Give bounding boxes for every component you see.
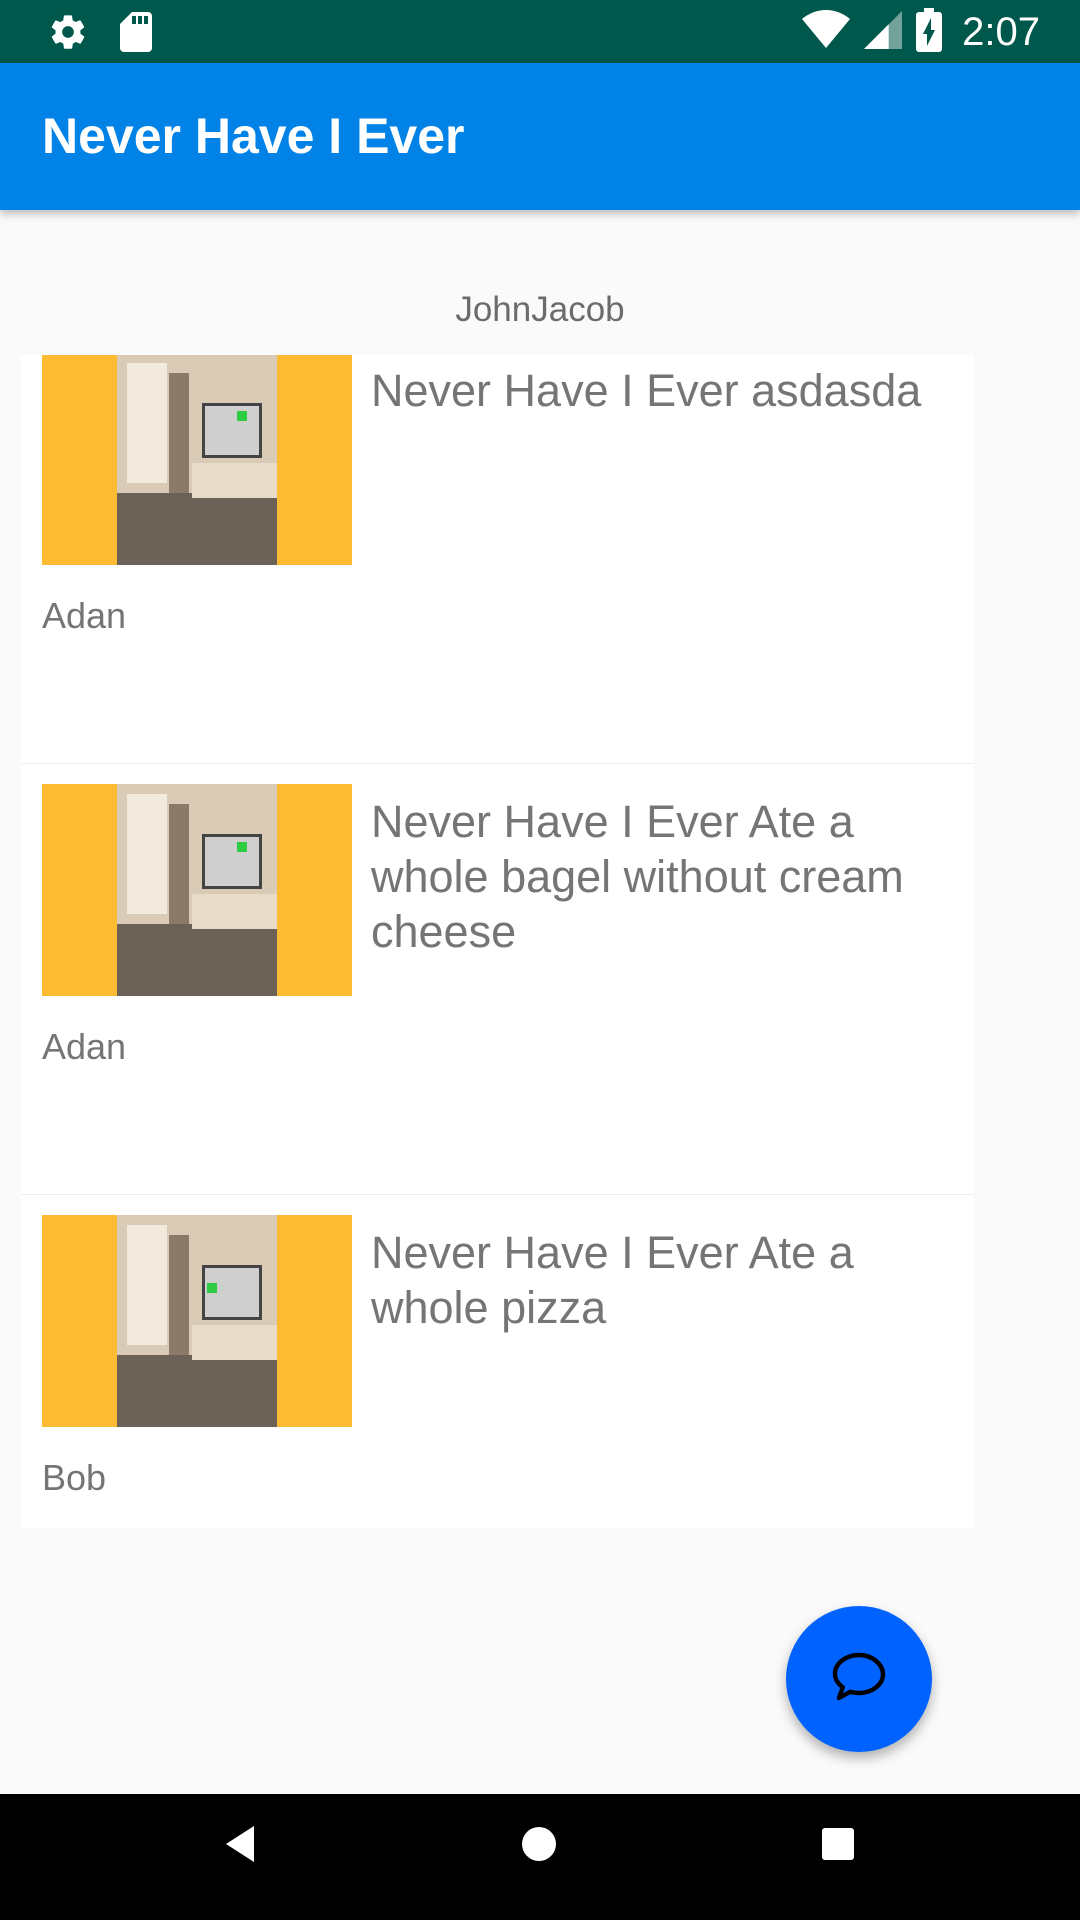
new-post-button[interactable]: [786, 1606, 932, 1752]
post-author: Adan: [42, 595, 127, 636]
post-author: Adan: [42, 1026, 127, 1067]
post-card[interactable]: Never Have I Ever Ate a whole pizza Bob: [21, 1194, 974, 1528]
app-title: Never Have I Ever: [42, 108, 465, 164]
post-card[interactable]: Never Have I Ever Ate a whole bagel with…: [21, 763, 974, 1194]
post-text: Never Have I Ever Ate a whole pizza: [371, 1227, 854, 1333]
chat-bubble-icon: [831, 1651, 887, 1708]
post-card[interactable]: Never Have I Ever asdasda Adan: [21, 355, 974, 763]
home-icon[interactable]: [520, 1824, 558, 1869]
signal-icon: [864, 10, 903, 55]
username-label: JohnJacob: [455, 290, 625, 329]
status-bar: 2:07: [0, 0, 1080, 63]
post-image: [42, 1215, 352, 1427]
post-image: [42, 784, 352, 996]
gear-icon: [48, 12, 88, 57]
post-text: Never Have I Ever Ate a whole bagel with…: [371, 796, 904, 957]
post-text: Never Have I Ever asdasda: [371, 365, 922, 416]
battery-charging-icon: [916, 8, 943, 57]
navigation-bar: [0, 1794, 1080, 1920]
clock: 2:07: [962, 10, 1040, 54]
posts-list[interactable]: Never Have I Ever asdasda Adan Never Hav…: [21, 355, 974, 1528]
recents-icon[interactable]: [820, 1824, 856, 1869]
post-image: [42, 355, 352, 565]
sd-card-icon: [118, 12, 154, 57]
back-icon[interactable]: [222, 1824, 258, 1869]
app-bar: Never Have I Ever: [0, 63, 1080, 210]
wifi-icon: [802, 10, 851, 55]
post-author: Bob: [42, 1457, 107, 1498]
